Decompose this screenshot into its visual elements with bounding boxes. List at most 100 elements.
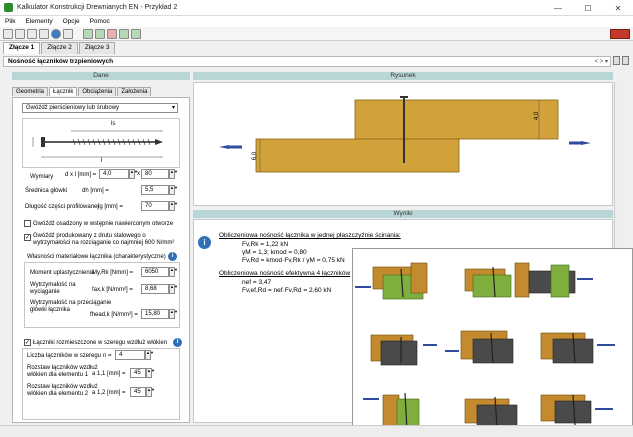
result-line-7: Fv,ef,Rd = nef·Fv,Rd = 2,60 kN bbox=[242, 287, 332, 294]
fax-text-2: wyciąganie bbox=[30, 289, 60, 295]
mode-c bbox=[514, 262, 593, 298]
close-icon[interactable]: ✕ bbox=[603, 0, 633, 16]
fhead-input[interactable]: 15,80 bbox=[141, 309, 169, 319]
tab-lacznik[interactable]: Łącznik bbox=[49, 87, 78, 96]
l-label: l bbox=[101, 158, 103, 164]
dh-input[interactable]: 5,5 bbox=[141, 185, 169, 195]
element-up-icon[interactable] bbox=[119, 28, 129, 39]
info-icon: i bbox=[198, 236, 211, 249]
predrilled-label: Gwóźdź osadzony w wstępnie nawierconym o… bbox=[33, 221, 174, 227]
maximize-icon[interactable]: ☐ bbox=[573, 0, 603, 16]
dh-label: dh [mm] = bbox=[82, 188, 109, 194]
tab-zlacze-2[interactable]: Złącze 2 bbox=[41, 42, 78, 54]
d-spinner[interactable]: ▲▼ bbox=[129, 169, 138, 179]
dlugosc-label: Długość części profilowanej bbox=[25, 204, 99, 210]
menu-elementy[interactable]: Elementy bbox=[20, 18, 57, 25]
n-label: n = bbox=[103, 353, 112, 359]
info-icon[interactable]: i bbox=[168, 252, 177, 261]
list-icon[interactable] bbox=[613, 56, 620, 65]
arrow-left-icon bbox=[219, 145, 229, 149]
in-row-checkbox[interactable]: ✓ bbox=[24, 339, 31, 346]
exit-icon[interactable] bbox=[63, 28, 73, 39]
glowka-label: Średnica główki bbox=[25, 188, 68, 194]
menu-opcje[interactable]: Opcje bbox=[58, 18, 85, 25]
predrilled-checkbox[interactable] bbox=[24, 220, 31, 227]
my-spinner[interactable]: ▲▼ bbox=[169, 267, 178, 277]
lg-spinner[interactable]: ▲▼ bbox=[169, 201, 178, 211]
steel-wire-label-1: Gwóźdź produkowany z drutu stalowego o bbox=[33, 233, 146, 239]
l-input[interactable]: 80 bbox=[141, 169, 169, 179]
a11-spinner[interactable]: ▲▼ bbox=[146, 368, 155, 378]
moment-label: Moment uplastycznienia bbox=[30, 270, 95, 276]
mode-h bbox=[464, 396, 518, 428]
element-down-icon[interactable] bbox=[131, 28, 141, 39]
tab-geometria[interactable]: Geometria bbox=[12, 87, 49, 96]
info-icon[interactable]: i bbox=[173, 338, 182, 347]
print-icon[interactable] bbox=[39, 28, 49, 39]
section-nav-icon[interactable]: < > ▾ bbox=[595, 58, 608, 65]
mode-e bbox=[445, 330, 514, 364]
toolbar bbox=[0, 27, 633, 41]
fhead-text-2: główki łącznika bbox=[30, 307, 71, 313]
result-line-2: Fv,Rk = 1,22 kN bbox=[242, 241, 289, 248]
menu-bar: Plik Elementy Opcje Pomoc bbox=[0, 16, 633, 27]
failure-modes-illustration bbox=[352, 248, 633, 437]
in-row-label: Łączniki rozmieszczone w szeregu wzdłuż … bbox=[33, 340, 168, 346]
fhead-spinner[interactable]: ▲▼ bbox=[169, 309, 178, 319]
mode-f bbox=[540, 332, 615, 364]
l-spinner[interactable]: ▲▼ bbox=[169, 169, 178, 179]
dim-top-label: 4,0 bbox=[534, 111, 541, 121]
mode-i bbox=[540, 394, 613, 426]
result-line-4: Fv,Rd = kmod·Fv,Rk / γM = 0,75 kN bbox=[242, 257, 345, 264]
a11-input[interactable]: 45 bbox=[130, 368, 146, 378]
n-spinner[interactable]: ▲▼ bbox=[145, 350, 154, 360]
title-bar: Kalkulator Konstrukcji Drewnianych EN - … bbox=[0, 0, 633, 16]
fhead-text-1: Wytrzymałość na przeciąganie bbox=[30, 300, 112, 306]
connection-tabs: Złącze 1 Złącze 2 Złącze 3 bbox=[3, 42, 116, 54]
fastener-type-select[interactable]: Gwóźdź pierścieniowy lub śrubowy ▾ bbox=[22, 103, 178, 113]
d-input[interactable]: 4,0 bbox=[99, 169, 129, 179]
app-icon bbox=[4, 3, 13, 12]
lg-input[interactable]: 70 bbox=[141, 201, 169, 211]
section-side-icons bbox=[613, 56, 631, 67]
chevron-down-icon: ▾ bbox=[171, 105, 175, 111]
a11-text-2: włókien dla elementu 1 bbox=[27, 372, 89, 378]
arrow-right-icon bbox=[581, 141, 591, 145]
my-input[interactable]: 6050 bbox=[141, 267, 169, 277]
status-bar bbox=[0, 425, 633, 437]
a12-spinner[interactable]: ▲▼ bbox=[146, 387, 155, 397]
open-folder-icon[interactable] bbox=[15, 28, 25, 39]
n-input[interactable]: 4 bbox=[115, 350, 145, 360]
element-add-icon[interactable] bbox=[83, 28, 93, 39]
steel-wire-checkbox[interactable]: ✓ bbox=[24, 234, 31, 241]
element-copy-icon[interactable] bbox=[95, 28, 105, 39]
result-line-3: γM = 1,3; kmod = 0,80 bbox=[242, 249, 307, 256]
a12-input[interactable]: 45 bbox=[130, 387, 146, 397]
save-icon[interactable] bbox=[27, 28, 37, 39]
minimize-icon[interactable]: — bbox=[543, 0, 573, 16]
help-icon[interactable] bbox=[51, 28, 61, 39]
fax-spinner[interactable]: ▲▼ bbox=[169, 284, 178, 294]
menu-pomoc[interactable]: Pomoc bbox=[85, 18, 115, 25]
a12-label: a 1,2 [mm] = bbox=[92, 390, 126, 396]
new-file-icon[interactable] bbox=[3, 28, 13, 39]
menu-plik[interactable]: Plik bbox=[0, 18, 20, 25]
menu-more-icon[interactable] bbox=[622, 56, 629, 65]
section-selector[interactable]: Nośność łączników trzpieniowych < > ▾ bbox=[3, 56, 611, 67]
wymiary-label: Wymiary bbox=[30, 174, 54, 180]
element-delete-icon[interactable] bbox=[107, 28, 117, 39]
mode-b bbox=[464, 266, 512, 298]
wood-member-bottom bbox=[255, 138, 460, 173]
section-title: Nośność łączników trzpieniowych bbox=[8, 58, 114, 65]
tab-zalozenia[interactable]: Założenia bbox=[117, 87, 152, 96]
tab-zlacze-1[interactable]: Złącze 1 bbox=[3, 42, 41, 54]
fax-input[interactable]: 8,68 bbox=[141, 284, 169, 294]
tab-zlacze-3[interactable]: Złącze 3 bbox=[78, 42, 116, 54]
wood-member-top bbox=[354, 99, 559, 140]
dh-spinner[interactable]: ▲▼ bbox=[169, 185, 178, 195]
ls-label: ls bbox=[111, 121, 116, 127]
n-text: Liczba łączników w szeregu bbox=[27, 353, 102, 359]
tab-obciazenia[interactable]: Obciążenia bbox=[78, 87, 117, 96]
mode-d bbox=[370, 334, 437, 366]
result-line-5: Obliczeniowa nośność efektywna 4 łącznik… bbox=[219, 270, 351, 277]
